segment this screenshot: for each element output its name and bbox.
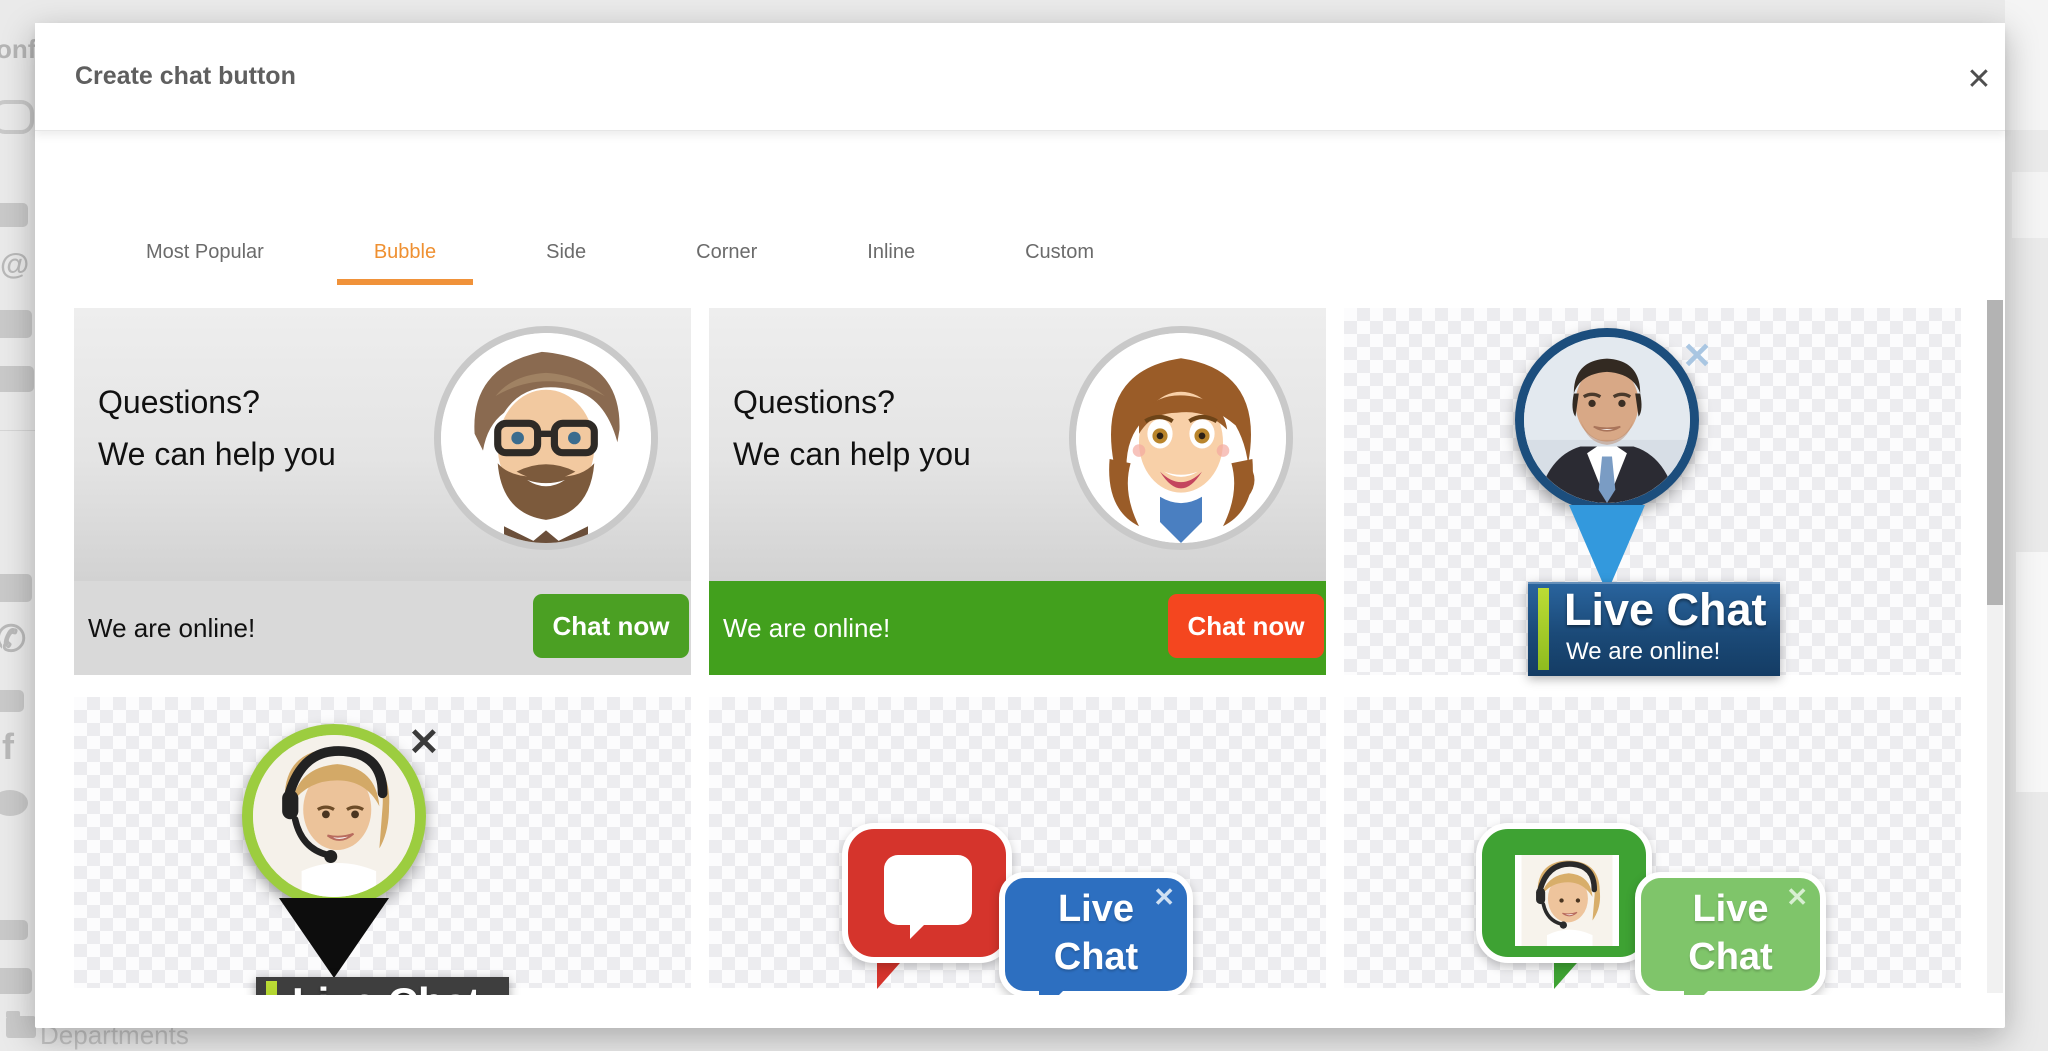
- twitter-icon: [0, 790, 28, 816]
- live-chat-label: Live Chat: [1564, 584, 1767, 636]
- status-bar: We are online! Chat now: [74, 581, 691, 675]
- dialog-title: Create chat button: [75, 23, 296, 130]
- chat-glyph-icon: [884, 855, 972, 925]
- chat-now-button[interactable]: Chat now: [1168, 594, 1324, 658]
- chat-now-button[interactable]: Chat now: [533, 594, 689, 658]
- preview-body: Questions? We can help you: [74, 308, 691, 581]
- preview-close-icon[interactable]: ✕: [408, 724, 440, 762]
- chat-label: Chat: [1641, 936, 1820, 979]
- agent-photo: [242, 724, 426, 908]
- chat-button-preview-gray-male[interactable]: Questions? We can help you: [74, 308, 691, 675]
- chat-button-preview-dark-pin[interactable]: ✕ Live Chat: [74, 697, 691, 988]
- preview-close-icon[interactable]: ✕: [1682, 338, 1712, 374]
- dialog-header: Create chat button ✕: [35, 23, 2005, 131]
- live-chat-plate: Live Chat We are online!: [1528, 582, 1780, 676]
- at-icon: @: [0, 248, 29, 282]
- chat-button-preview-green-female[interactable]: Questions? We can help you: [709, 308, 1326, 675]
- tab-bubble[interactable]: Bubble: [337, 225, 473, 285]
- button-style-tabs: Most Popular Bubble Side Corner Inline C…: [109, 225, 1131, 285]
- scrollbar-track[interactable]: [1987, 300, 2003, 993]
- preview-close-icon[interactable]: ✕: [1153, 882, 1175, 913]
- live-chat-bubble: Live Chat ✕: [1635, 872, 1826, 995]
- live-chat-label: Live Chat: [292, 979, 481, 995]
- tab-corner[interactable]: Corner: [659, 225, 794, 285]
- people-icon: [0, 920, 28, 940]
- folder-icon: [6, 1016, 36, 1038]
- online-status: We are online!: [723, 581, 890, 675]
- panel2-icon: [0, 968, 32, 994]
- chat-button-preview-red-blue-bubbles[interactable]: Live Chat ✕: [709, 697, 1326, 988]
- chat-card-icon: [0, 310, 32, 338]
- online-status: We are online!: [1566, 638, 1720, 666]
- pointer-down: [279, 898, 389, 978]
- sidebar-divider: [0, 430, 36, 431]
- tab-most-popular[interactable]: Most Popular: [109, 225, 301, 285]
- speech-bubble-icon: [842, 823, 1012, 963]
- bubble-tail: [1039, 989, 1065, 995]
- pointer-down: [1569, 505, 1645, 593]
- male-photo-avatar: [1524, 337, 1690, 503]
- search-icon: [0, 100, 34, 134]
- online-status: We are online!: [88, 581, 255, 675]
- question-text: Questions?: [733, 384, 895, 421]
- agent-photo: [1515, 855, 1619, 946]
- tab-inline[interactable]: Inline: [830, 225, 952, 285]
- female-headset-avatar: [253, 735, 415, 897]
- status-bar: We are online! Chat now: [709, 581, 1326, 675]
- male-cartoon-avatar: [441, 333, 651, 543]
- chat-button-preview-green-bubbles[interactable]: Live Chat ✕: [1344, 697, 1961, 988]
- apps-icon: [0, 690, 24, 712]
- bubble-tail: [1684, 989, 1710, 995]
- phone-icon: ✆: [0, 618, 26, 660]
- background-right-panel: [2012, 172, 2048, 238]
- avatar: [1069, 326, 1293, 550]
- avatar: [434, 326, 658, 550]
- panel-icon: [0, 366, 34, 392]
- question-text: Questions?: [98, 384, 260, 421]
- scrollbar-thumb[interactable]: [1987, 300, 2003, 605]
- background-right-panel: [2005, 0, 2048, 130]
- tab-custom[interactable]: Custom: [988, 225, 1131, 285]
- help-text: We can help you: [98, 436, 336, 473]
- female-cartoon-avatar: [1076, 333, 1286, 543]
- close-icon[interactable]: ✕: [1957, 57, 2001, 101]
- preview-body: Questions? We can help you: [709, 308, 1326, 581]
- live-chat-bubble: Live Chat ✕: [999, 872, 1193, 995]
- chat-button-preview-blue-pin[interactable]: ✕ Live Chat We are online!: [1344, 308, 1961, 675]
- chat-label: Chat: [1005, 936, 1187, 979]
- plate-accent-stripe: [266, 981, 277, 995]
- video-icon: [0, 574, 32, 602]
- rss-icon: [0, 203, 28, 227]
- create-chat-button-dialog: Create chat button ✕ Most Popular Bubble…: [35, 23, 2005, 1028]
- background-right-panel: [2016, 552, 2048, 792]
- agent-photo: [1515, 328, 1699, 512]
- preview-close-icon[interactable]: ✕: [1786, 882, 1808, 913]
- screen: onfi @ ✆ f Departments Create chat butto…: [0, 0, 2048, 1050]
- plate-accent-stripe: [1538, 588, 1549, 670]
- female-headset-small-avatar: [1515, 855, 1619, 946]
- help-text: We can help you: [733, 436, 971, 473]
- live-chat-plate: Live Chat: [256, 977, 509, 995]
- photo-bubble: [1476, 823, 1652, 963]
- tab-side[interactable]: Side: [509, 225, 623, 285]
- facebook-icon: f: [2, 726, 14, 768]
- button-preview-grid: Questions? We can help you: [35, 293, 1980, 995]
